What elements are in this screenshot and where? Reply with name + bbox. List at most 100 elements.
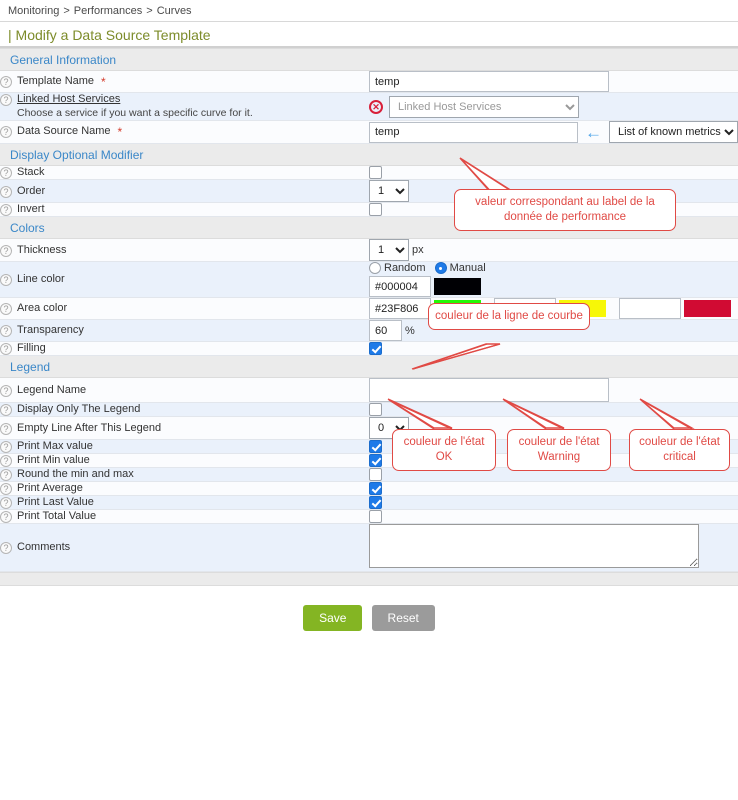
field-stack bbox=[369, 166, 738, 180]
label-text: Thickness bbox=[17, 244, 67, 256]
stack-checkbox[interactable] bbox=[369, 166, 382, 179]
help-icon[interactable]: ? bbox=[0, 186, 12, 198]
line-color-mode-manual[interactable]: Manual bbox=[435, 262, 486, 274]
breadcrumb: Monitoring>Performances>Curves bbox=[0, 0, 738, 22]
label-text[interactable]: Linked Host Services bbox=[17, 93, 120, 105]
area-color-critical-swatch[interactable] bbox=[684, 300, 731, 317]
section-header-display-optional-modifier: Display Optional Modifier bbox=[0, 144, 738, 166]
data-source-name-input[interactable] bbox=[369, 122, 578, 143]
field-line-color: Random Manual bbox=[369, 262, 738, 298]
label-invert: ? Invert bbox=[0, 203, 369, 217]
print-min-checkbox[interactable] bbox=[369, 454, 382, 467]
label-text: Filling bbox=[17, 342, 46, 354]
breadcrumb-item-curves[interactable]: Curves bbox=[157, 5, 192, 17]
help-icon[interactable]: ? bbox=[0, 303, 12, 315]
breadcrumb-item-performances[interactable]: Performances bbox=[74, 5, 142, 17]
help-icon[interactable]: ? bbox=[0, 274, 12, 286]
transparency-input[interactable] bbox=[369, 320, 402, 341]
row-print-total-value: ? Print Total Value bbox=[0, 510, 738, 524]
thickness-unit: px bbox=[412, 244, 424, 256]
save-button[interactable]: Save bbox=[303, 605, 362, 631]
comments-textarea[interactable] bbox=[369, 524, 699, 568]
print-max-checkbox[interactable] bbox=[369, 440, 382, 453]
label-text: Data Source Name bbox=[17, 125, 111, 137]
annotation-warning-state: couleur de l'état Warning bbox=[507, 429, 611, 471]
help-icon[interactable]: ? bbox=[0, 404, 12, 416]
help-icon[interactable]: ? bbox=[0, 497, 12, 509]
help-icon[interactable]: ? bbox=[0, 385, 12, 397]
annotation-line-color: couleur de la ligne de courbe bbox=[428, 303, 590, 330]
row-thickness: ? Thickness 1 px bbox=[0, 239, 738, 262]
print-last-value-checkbox[interactable] bbox=[369, 496, 382, 509]
row-transparency: ? Transparency % bbox=[0, 320, 738, 342]
label-text: Area color bbox=[17, 302, 67, 314]
row-display-only-legend: ? Display Only The Legend bbox=[0, 403, 738, 417]
area-color-critical-hex-input[interactable] bbox=[619, 298, 681, 319]
radio-manual[interactable] bbox=[435, 262, 447, 274]
line-color-mode-random[interactable]: Random bbox=[369, 262, 426, 274]
help-icon[interactable]: ? bbox=[0, 542, 12, 554]
print-average-checkbox[interactable] bbox=[369, 482, 382, 495]
arrow-left-icon: ← bbox=[585, 124, 602, 141]
display-only-legend-checkbox[interactable] bbox=[369, 403, 382, 416]
annotation-critical-state: couleur de l'état critical bbox=[629, 429, 730, 471]
row-area-color: ? Area color bbox=[0, 298, 738, 320]
help-icon[interactable]: ? bbox=[0, 167, 12, 179]
label-thickness: ? Thickness bbox=[0, 239, 369, 262]
row-legend-name: ? Legend Name bbox=[0, 378, 738, 403]
breadcrumb-separator: > bbox=[142, 5, 156, 17]
invert-checkbox[interactable] bbox=[369, 203, 382, 216]
help-icon[interactable]: ? bbox=[0, 325, 12, 337]
row-print-last-value: ? Print Last Value bbox=[0, 496, 738, 510]
clear-circle-icon[interactable]: ✕ bbox=[369, 100, 383, 114]
line-color-swatch[interactable] bbox=[434, 278, 481, 295]
help-icon[interactable]: ? bbox=[0, 245, 12, 257]
label-text: Line color bbox=[17, 273, 65, 285]
filling-checkbox[interactable] bbox=[369, 342, 382, 355]
section-header-legend: Legend bbox=[0, 356, 738, 378]
help-icon[interactable]: ? bbox=[0, 423, 12, 435]
linked-host-services-select[interactable]: Linked Host Services bbox=[389, 96, 579, 118]
field-display-only-legend bbox=[369, 403, 738, 417]
help-icon[interactable]: ? bbox=[0, 483, 12, 495]
field-comments bbox=[369, 524, 738, 572]
label-transparency: ? Transparency bbox=[0, 320, 369, 342]
order-select[interactable]: 1 bbox=[369, 180, 409, 202]
footer-separator bbox=[0, 572, 738, 586]
row-round-min-max: ? Round the min and max bbox=[0, 468, 738, 482]
help-icon[interactable]: ? bbox=[0, 94, 12, 106]
thickness-select[interactable]: 1 bbox=[369, 239, 409, 261]
known-metrics-select[interactable]: List of known metrics bbox=[609, 121, 738, 143]
section-header-general-information: General Information bbox=[0, 49, 738, 71]
row-print-average: ? Print Average bbox=[0, 482, 738, 496]
help-icon[interactable]: ? bbox=[0, 76, 12, 88]
section-title-display-optional-modifier: Display Optional Modifier bbox=[0, 144, 738, 166]
help-icon[interactable]: ? bbox=[0, 343, 12, 355]
label-text: Print Max value bbox=[17, 440, 93, 452]
help-icon[interactable]: ? bbox=[0, 441, 12, 453]
reset-button[interactable]: Reset bbox=[372, 605, 435, 631]
label-text: Print Last Value bbox=[17, 496, 94, 508]
required-mark: * bbox=[101, 75, 106, 89]
help-icon[interactable]: ? bbox=[0, 511, 12, 523]
help-icon[interactable]: ? bbox=[0, 126, 12, 138]
help-icon[interactable]: ? bbox=[0, 204, 12, 216]
page-root: Monitoring>Performances>Curves | Modify … bbox=[0, 0, 738, 800]
label-text: Stack bbox=[17, 166, 45, 178]
area-color-ok-hex-input[interactable] bbox=[369, 298, 431, 319]
print-total-value-checkbox[interactable] bbox=[369, 510, 382, 523]
round-min-max-checkbox[interactable] bbox=[369, 468, 382, 481]
breadcrumb-item-monitoring[interactable]: Monitoring bbox=[8, 5, 59, 17]
help-icon[interactable]: ? bbox=[0, 469, 12, 481]
row-print-max: ? Print Max value bbox=[0, 440, 738, 454]
radio-random[interactable] bbox=[369, 262, 381, 274]
label-linked-host-services: ? Linked Host Services Choose a service … bbox=[0, 93, 369, 121]
help-icon[interactable]: ? bbox=[0, 455, 12, 467]
label-text: Round the min and max bbox=[17, 468, 134, 480]
row-print-min: ? Print Min value bbox=[0, 454, 738, 468]
legend-name-input[interactable] bbox=[369, 378, 609, 402]
section-title-general-information: General Information bbox=[0, 49, 738, 71]
template-name-input[interactable] bbox=[369, 71, 609, 92]
line-color-hex-input[interactable] bbox=[369, 276, 431, 297]
label-legend-name: ? Legend Name bbox=[0, 378, 369, 403]
